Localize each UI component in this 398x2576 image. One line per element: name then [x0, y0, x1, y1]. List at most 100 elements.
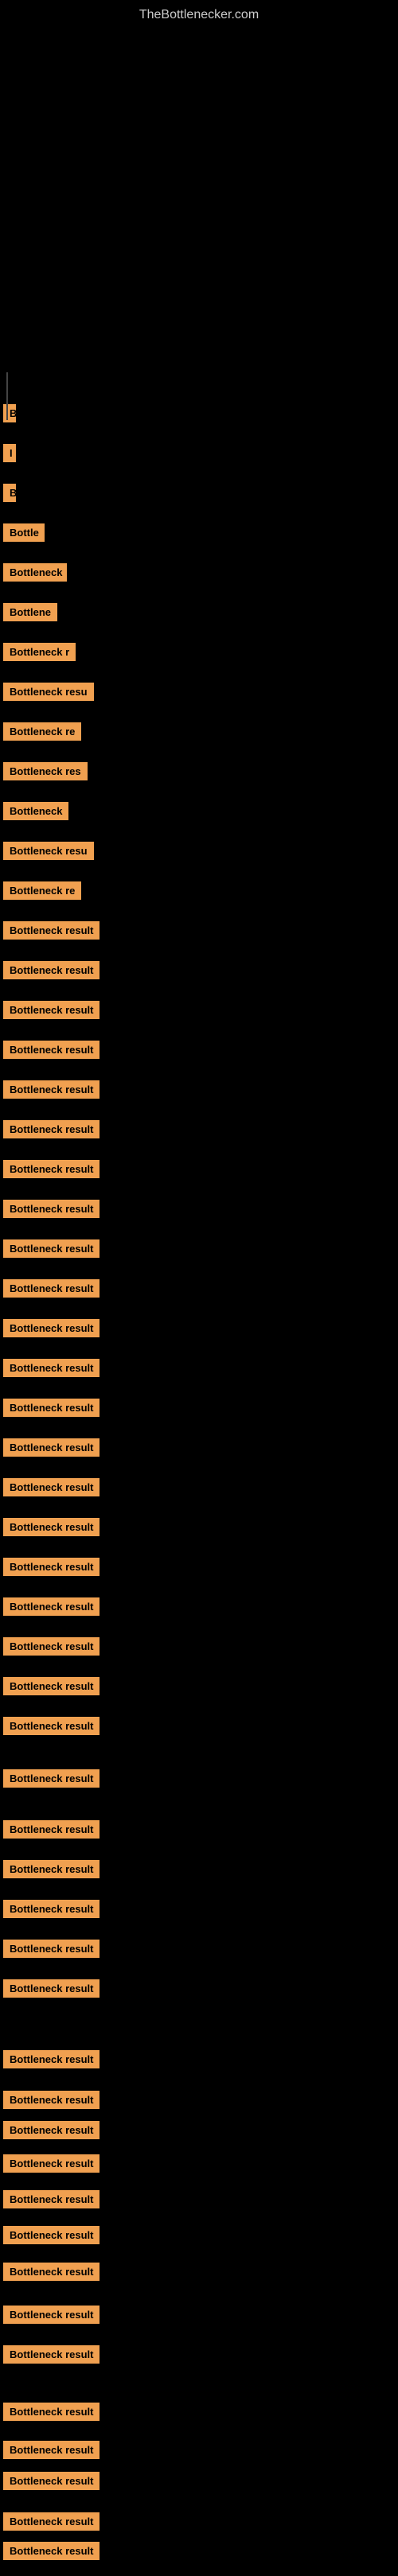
bottleneck-result-label: Bottleneck result [3, 1677, 100, 1695]
bottleneck-result-label: Bottleneck re [3, 881, 81, 900]
bottleneck-result-label: Bottleneck result [3, 2542, 100, 2560]
bottleneck-result-label: Bottleneck res [3, 762, 88, 780]
list-item: Bottleneck result [0, 2438, 101, 2466]
list-item: Bottleneck result [0, 1515, 101, 1543]
bottleneck-result-label: Bottleneck result [3, 2263, 100, 2281]
bottleneck-result-label: Bottleneck result [3, 1478, 100, 1496]
list-item: Bottleneck result [0, 1037, 101, 1066]
list-item: Bottleneck result [0, 1356, 101, 1384]
bottleneck-result-label: Bottleneck result [3, 1860, 100, 1878]
bottleneck-result-label: Bottleneck resu [3, 842, 94, 860]
bottleneck-result-label: B [3, 404, 16, 422]
bottleneck-result-label: Bottleneck result [3, 1120, 100, 1138]
list-item: Bottleneck result [0, 2259, 101, 2288]
bottleneck-result-label: B [3, 484, 16, 502]
list-item: Bottleneck result [0, 1897, 101, 1925]
bottleneck-result-label: Bottleneck result [3, 1319, 100, 1337]
list-item: B [0, 481, 18, 509]
list-item: Bottleneck result [0, 2118, 101, 2146]
list-item: Bottleneck result [0, 1157, 101, 1185]
bottleneck-result-label: Bottleneck result [3, 2472, 100, 2490]
bottleneck-result-label: Bottleneck result [3, 2154, 100, 2173]
bottleneck-result-label: Bottleneck result [3, 1597, 100, 1616]
list-item: I [0, 441, 18, 469]
bottleneck-result-label: Bottleneck result [3, 1558, 100, 1576]
bottleneck-result-label: Bottleneck result [3, 1080, 100, 1099]
bottleneck-result-label: Bottleneck re [3, 722, 81, 741]
list-item: Bottleneck resu [0, 679, 96, 708]
bottleneck-result-label: Bottleneck [3, 563, 67, 582]
list-item: Bottleneck result [0, 958, 101, 986]
list-item: Bottleneck [0, 560, 68, 589]
bottleneck-result-label: Bottleneck result [3, 2403, 100, 2421]
list-item: Bottleneck r [0, 640, 77, 668]
bottleneck-result-label: Bottleneck result [3, 1041, 100, 1059]
list-item: Bottleneck result [0, 2302, 101, 2331]
list-item: Bottleneck res [0, 759, 89, 788]
list-item: Bottleneck result [0, 1555, 101, 1583]
list-item: Bottleneck [0, 799, 70, 827]
bottleneck-result-label: Bottleneck result [3, 2091, 100, 2109]
list-item: Bottleneck result [0, 2469, 101, 2497]
list-item: Bottleneck re [0, 719, 83, 748]
list-item: Bottleneck result [0, 1117, 101, 1146]
bottleneck-result-label: Bottlene [3, 603, 57, 621]
bottleneck-result-label: Bottleneck r [3, 643, 76, 661]
list-item: Bottleneck result [0, 1475, 101, 1504]
list-item: Bottleneck result [0, 1594, 101, 1623]
bottleneck-result-label: Bottleneck result [3, 2512, 100, 2531]
list-item: Bottleneck result [0, 918, 101, 947]
bottleneck-result-label: Bottleneck result [3, 1359, 100, 1377]
bottleneck-result-label: Bottleneck result [3, 1438, 100, 1457]
bottleneck-result-label: Bottleneck result [3, 1979, 100, 1998]
bottleneck-result-label: I [3, 444, 16, 462]
bottleneck-result-label: Bottleneck result [3, 1279, 100, 1298]
site-title: TheBottlenecker.com [0, 0, 398, 30]
list-item: Bottleneck result [0, 2223, 101, 2251]
bottleneck-result-label: Bottleneck result [3, 1637, 100, 1656]
list-item: Bottleneck result [0, 1077, 101, 1106]
bottleneck-result-label: Bottleneck result [3, 1769, 100, 1788]
list-item: Bottleneck result [0, 1766, 101, 1795]
list-item: Bottleneck re [0, 878, 83, 907]
list-item: Bottleneck result [0, 1197, 101, 1225]
bottleneck-result-label: Bottleneck result [3, 2345, 100, 2364]
list-item: Bottleneck result [0, 2047, 101, 2076]
bottleneck-result-label: Bottleneck result [3, 1200, 100, 1218]
list-item: Bottleneck result [0, 1857, 101, 1885]
list-item: Bottleneck result [0, 2539, 101, 2567]
list-item: Bottleneck result [0, 1435, 101, 1464]
bottleneck-result-label: Bottleneck result [3, 1900, 100, 1918]
list-item: Bottleneck result [0, 2088, 101, 2116]
bottleneck-result-label: Bottleneck result [3, 2121, 100, 2139]
bottleneck-result-label: Bottleneck resu [3, 683, 94, 701]
bottleneck-result-label: Bottleneck result [3, 2441, 100, 2459]
bottleneck-result-label: Bottleneck result [3, 1518, 100, 1536]
list-item: Bottleneck result [0, 2509, 101, 2538]
list-item: Bottleneck result [0, 2187, 101, 2216]
bottleneck-result-label: Bottleneck result [3, 2050, 100, 2068]
list-item: Bottleneck result [0, 1236, 101, 1265]
bottleneck-result-label: Bottle [3, 523, 45, 542]
list-item: Bottleneck result [0, 1936, 101, 1965]
list-item: Bottleneck result [0, 1395, 101, 1424]
bottleneck-result-label: Bottleneck result [3, 1160, 100, 1178]
list-item: Bottle [0, 520, 46, 549]
list-item: Bottleneck result [0, 1976, 101, 2005]
bottleneck-result-label: Bottleneck result [3, 921, 100, 940]
list-item: Bottleneck result [0, 1674, 101, 1702]
bottleneck-result-label: Bottleneck result [3, 1239, 100, 1258]
list-item: Bottleneck result [0, 1276, 101, 1305]
bottleneck-result-label: Bottleneck result [3, 2226, 100, 2244]
bottleneck-result-label: Bottleneck result [3, 961, 100, 979]
list-item: Bottleneck result [0, 2151, 101, 2180]
list-item: Bottlene [0, 600, 59, 628]
bottleneck-result-label: Bottleneck result [3, 1940, 100, 1958]
bottleneck-result-label: Bottleneck result [3, 2306, 100, 2324]
bottleneck-result-label: Bottleneck [3, 802, 68, 820]
list-item: Bottleneck result [0, 998, 101, 1026]
list-item: B [0, 401, 18, 430]
bottleneck-result-label: Bottleneck result [3, 1399, 100, 1417]
list-item: Bottleneck result [0, 1634, 101, 1663]
list-item: Bottleneck result [0, 1817, 101, 1846]
